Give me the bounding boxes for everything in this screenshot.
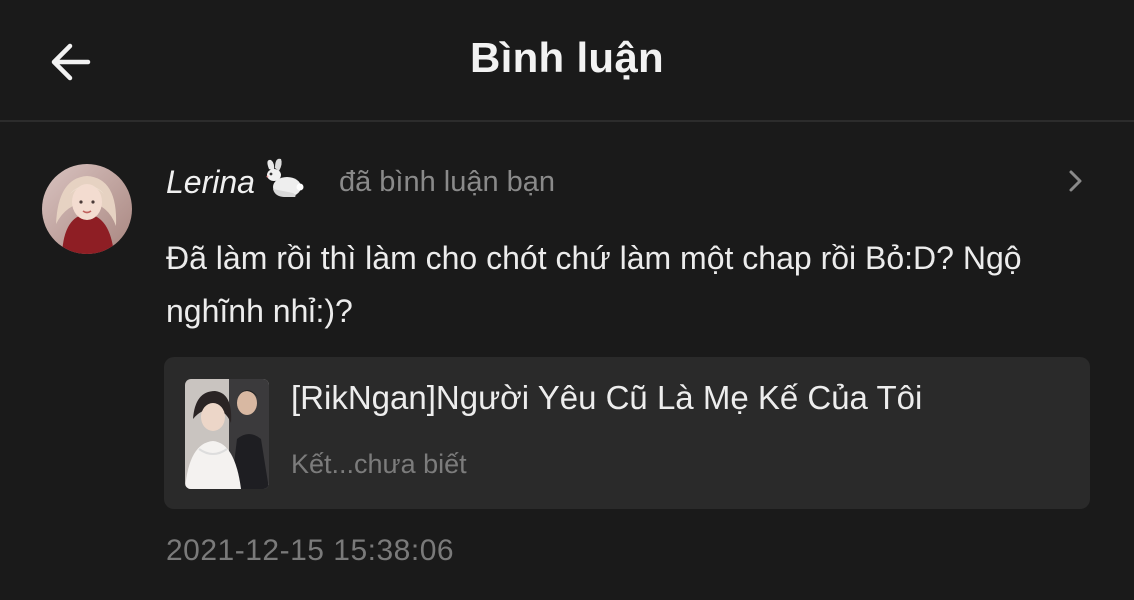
comment-text: Đã làm rồi thì làm cho chót chứ làm một … — [166, 240, 1022, 329]
timestamp: 2021-12-15 15:38:06 — [166, 534, 455, 567]
app-header: Bình luận — [0, 0, 1134, 122]
page-title: Bình luận — [469, 34, 665, 81]
comment-notification[interactable]: Lerina đã bình luận bạn Đã làm rồi thì l… — [0, 122, 1134, 600]
username[interactable]: Lerina — [166, 164, 255, 201]
rabbit-icon — [259, 157, 305, 208]
user-line: Lerina đã bình luận bạn — [166, 158, 556, 204]
avatar[interactable] — [42, 164, 132, 254]
chevron-right-icon[interactable] — [1060, 166, 1090, 196]
action-text: đã bình luận bạn — [338, 165, 556, 198]
story-subtitle: Kết...chưa biết — [291, 449, 467, 479]
story-card[interactable]: [RikNgan]Người Yêu Cũ Là Mẹ Kế Của Tôi K… — [164, 357, 1090, 509]
story-cover — [185, 379, 269, 489]
story-title: [RikNgan]Người Yêu Cũ Là Mẹ Kế Của Tôi — [291, 379, 923, 416]
